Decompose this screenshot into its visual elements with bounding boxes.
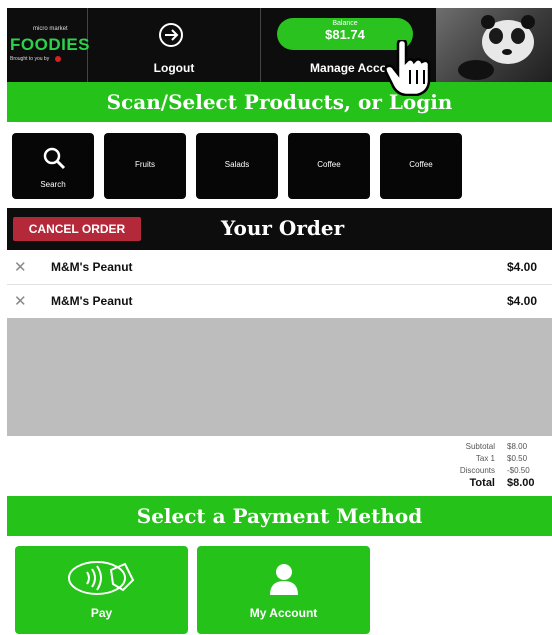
category-label: Salads bbox=[224, 160, 250, 169]
total-label: Total bbox=[469, 477, 495, 489]
pay-label: Pay bbox=[90, 606, 113, 620]
payment-options: Pay My Account bbox=[7, 536, 552, 635]
remove-item-icon[interactable]: ✕ bbox=[14, 292, 27, 310]
subtotal-value: $8.00 bbox=[507, 442, 528, 451]
category-label: Fruits bbox=[135, 160, 155, 169]
item-price: $4.00 bbox=[507, 260, 538, 274]
hand-cursor-icon bbox=[384, 40, 431, 96]
my-account-button[interactable]: My Account bbox=[197, 546, 370, 634]
category-row: Search Fruits Salads Coffee Coffee bbox=[7, 122, 552, 208]
category-label: Search bbox=[40, 180, 66, 189]
foodies-logo: micro market FOODIES Brought to you by bbox=[7, 8, 91, 82]
order-title: Your Order bbox=[221, 216, 345, 240]
my-account-label: My Account bbox=[249, 606, 318, 620]
balance-label: Balance bbox=[332, 20, 358, 27]
discounts-value: -$0.50 bbox=[507, 466, 530, 475]
tax-value: $0.50 bbox=[507, 454, 528, 463]
logout-label: Logout bbox=[153, 61, 195, 75]
logo-tagline: Brought to you by bbox=[10, 56, 50, 62]
contactless-pay-icon bbox=[68, 561, 135, 595]
total-value: $8.00 bbox=[507, 477, 535, 489]
order-totals: Subtotal $8.00 Tax 1 $0.50 Discounts -$0… bbox=[7, 436, 552, 496]
tax-label: Tax 1 bbox=[475, 454, 495, 463]
category-search-button[interactable]: Search bbox=[12, 133, 94, 199]
order-item-row: ✕ M&M's Peanut $4.00 bbox=[7, 250, 552, 285]
cancel-order-button[interactable]: CANCEL ORDER bbox=[13, 217, 141, 241]
sponsor-logo-icon bbox=[55, 56, 61, 62]
category-label: Coffee bbox=[409, 160, 433, 169]
logout-icon bbox=[159, 23, 183, 47]
user-icon bbox=[270, 564, 298, 595]
discounts-label: Discounts bbox=[459, 466, 495, 475]
logout-button[interactable]: Logout bbox=[88, 8, 261, 82]
category-label: Coffee bbox=[317, 160, 341, 169]
item-name: M&M's Peanut bbox=[51, 260, 133, 274]
order-header: CANCEL ORDER Your Order bbox=[7, 208, 552, 250]
category-salads-button[interactable]: Salads bbox=[196, 133, 278, 199]
remove-item-icon[interactable]: ✕ bbox=[14, 258, 27, 276]
order-item-row: ✕ M&M's Peanut $4.00 bbox=[7, 284, 552, 319]
item-name: M&M's Peanut bbox=[51, 294, 133, 308]
scan-select-bar: Scan/Select Products, or Login bbox=[7, 82, 552, 122]
logo-top-text: micro market bbox=[33, 26, 68, 32]
subtotal-label: Subtotal bbox=[465, 442, 495, 451]
item-price: $4.00 bbox=[507, 294, 538, 308]
order-empty-area bbox=[7, 318, 552, 436]
panda-photo bbox=[436, 8, 552, 82]
logo-brand: FOODIES bbox=[10, 35, 91, 54]
top-header: micro market FOODIES Brought to you by L… bbox=[7, 8, 552, 82]
search-icon bbox=[43, 147, 66, 170]
category-coffee-button[interactable]: Coffee bbox=[288, 133, 370, 199]
payment-method-bar: Select a Payment Method bbox=[7, 496, 552, 536]
category-fruits-button[interactable]: Fruits bbox=[104, 133, 186, 199]
category-coffee-button-2[interactable]: Coffee bbox=[380, 133, 462, 199]
kiosk-screen: micro market FOODIES Brought to you by L… bbox=[7, 8, 552, 635]
pay-button[interactable]: Pay bbox=[15, 546, 188, 634]
order-items-list: ✕ M&M's Peanut $4.00 ✕ M&M's Peanut $4.0… bbox=[7, 250, 552, 319]
